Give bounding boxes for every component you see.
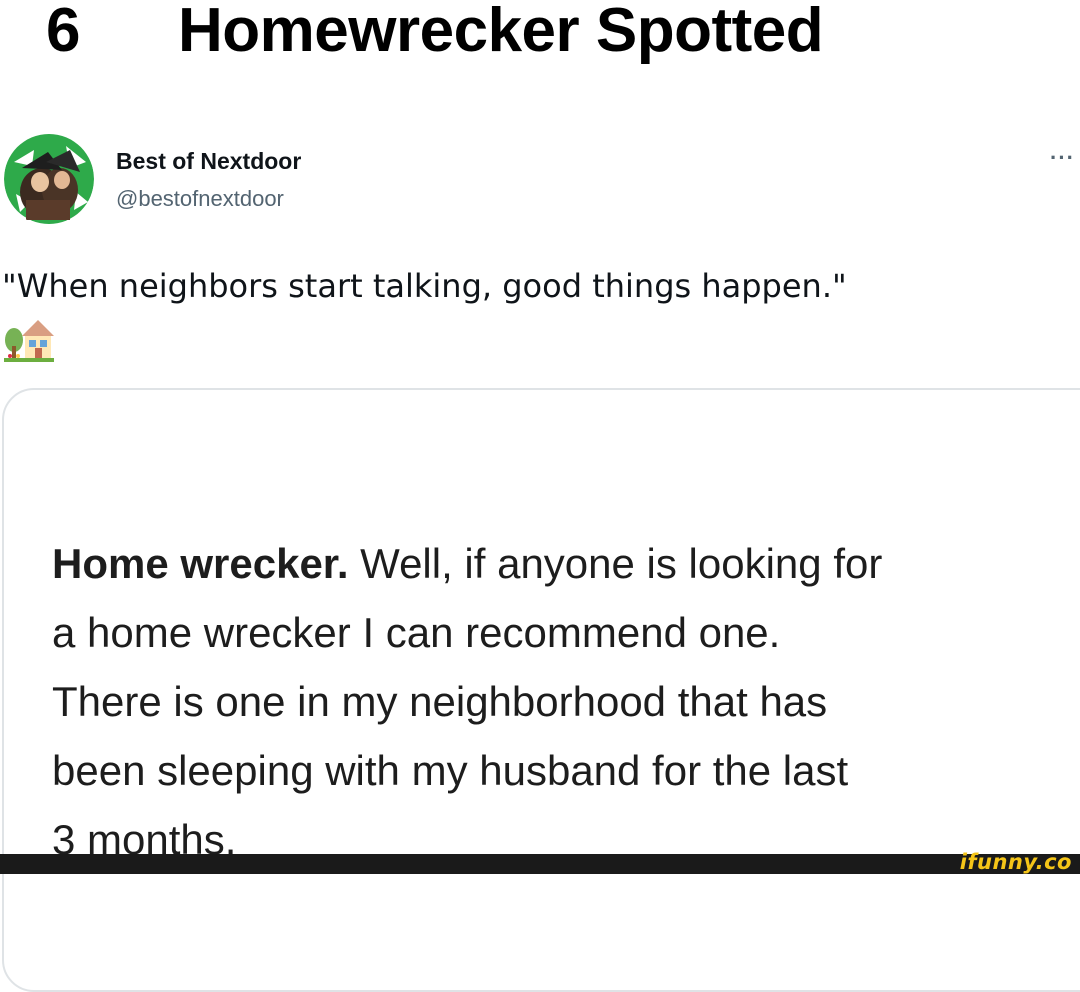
house-with-garden-icon <box>2 310 56 364</box>
ifunny-watermark: ifunny.co <box>959 850 1072 874</box>
more-options-button[interactable]: ··· <box>1050 147 1080 172</box>
author-handle[interactable]: @bestofnextdoor <box>116 184 284 214</box>
headline-title: Homewrecker Spotted <box>178 0 824 65</box>
card-line: There is one in my neighborhood that has <box>52 678 828 725</box>
footer-bar <box>0 854 1080 874</box>
headline-number: 6 <box>46 0 81 65</box>
card-lead: Home wrecker. <box>52 540 349 587</box>
card-line-text: Well, if anyone is looking for <box>348 540 883 587</box>
author-name[interactable]: Best of Nextdoor <box>116 146 301 176</box>
headline: 6 Homewrecker Spotted <box>0 0 1080 70</box>
tweet-text: "When neighbors start talking, good thin… <box>2 267 847 305</box>
card-line: been sleeping with my husband for the la… <box>52 747 849 794</box>
card-line: a home wrecker I can recommend one. <box>52 609 781 656</box>
card-line: Home wrecker. Well, if anyone is looking… <box>52 529 1052 598</box>
nextdoor-logo-icon <box>4 134 94 224</box>
avatar[interactable] <box>4 132 94 226</box>
card-body-text: Home wrecker. Well, if anyone is looking… <box>52 529 1052 874</box>
